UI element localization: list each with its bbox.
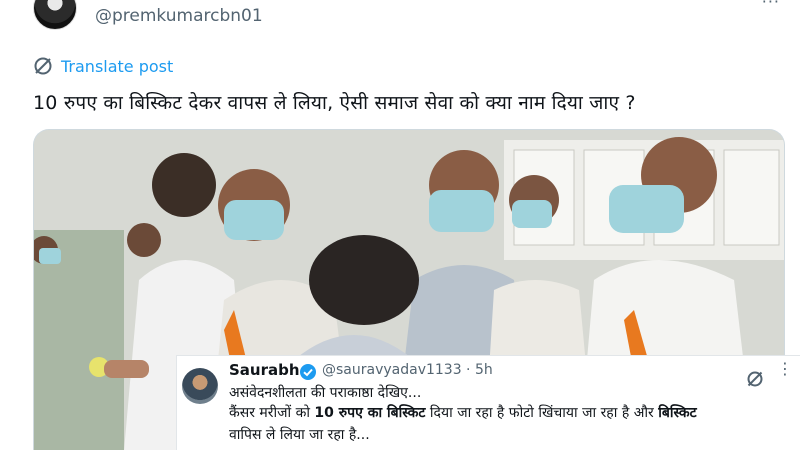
quote-text-segment: कैंसर मरीजों को: [229, 405, 315, 421]
quote-text-segment: दिया जा रहा है फोटो खिंचाया जा रहा है और: [425, 405, 659, 421]
quote-text-line-3: वापिस ले लिया जा रहा है...: [229, 427, 370, 443]
post-text: 10 रुपए का बिस्किट देकर वापस ले लिया, ऐस…: [33, 92, 636, 114]
author-avatar[interactable]: [33, 0, 77, 30]
translate-post-label: Translate post: [61, 56, 174, 76]
quote-author-avatar[interactable]: [182, 368, 218, 404]
quote-more-options-button[interactable]: ⋮: [777, 359, 793, 378]
translate-post-button[interactable]: Translate post: [33, 56, 173, 76]
quote-text-line-1: असंवेदनशीलता की पराकाष्ठा देखिए...: [229, 385, 422, 401]
quoted-post-overlay[interactable]: Saurabh @sauravyadav1133 · 5h ⋮ असंवेदनश…: [176, 355, 800, 450]
quote-author-name[interactable]: Saurabh: [229, 361, 300, 379]
quote-text-line-2: कैंसर मरीजों को 10 रुपए का बिस्किट दिया …: [229, 403, 697, 422]
verified-badge-icon: [300, 364, 316, 380]
more-options-button[interactable]: ···: [762, 0, 780, 11]
author-handle[interactable]: @premkumarcbn01: [95, 6, 263, 26]
quote-translate-icon[interactable]: [746, 370, 764, 388]
quote-text-bold-segment: 10 रुपए का बिस्किट: [314, 405, 426, 421]
quote-author-handle-time[interactable]: @sauravyadav1133 · 5h: [322, 362, 493, 378]
quote-text-bold-segment: बिस्किट: [658, 405, 697, 421]
translate-icon: [34, 57, 52, 75]
